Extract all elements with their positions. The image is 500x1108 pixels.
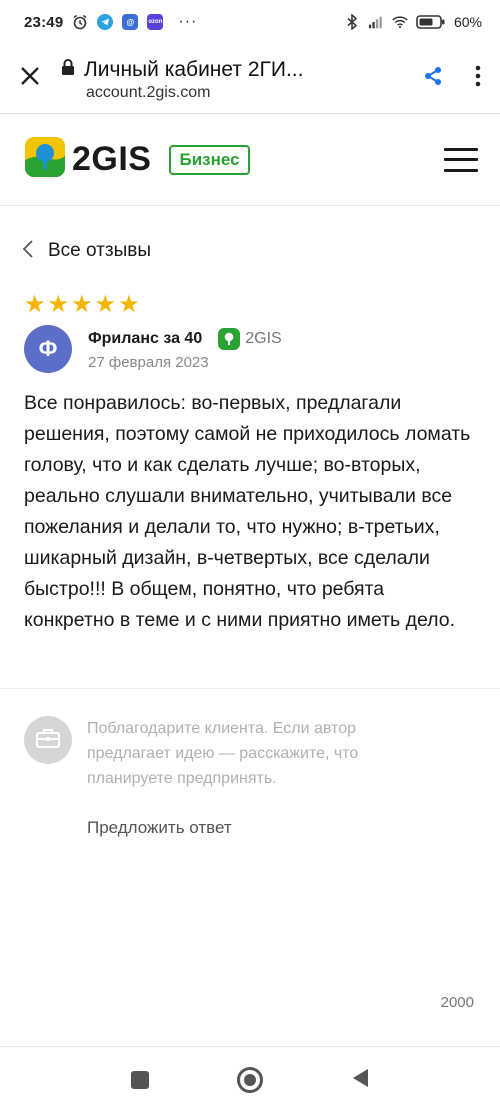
close-tab-button[interactable] [0, 44, 60, 114]
rating-stars: ★ ★ ★ ★ ★ [24, 292, 140, 318]
review-author: Ф Фриланс за 40 2GIS 27 февраля 2023 [24, 325, 282, 373]
share-button[interactable] [410, 44, 456, 114]
telegram-icon [97, 14, 114, 30]
battery-icon [416, 14, 446, 30]
review-source-name: 2GIS [245, 330, 282, 347]
business-badge: Бизнес [169, 144, 250, 175]
review-date: 27 февраля 2023 [88, 354, 209, 371]
more-vertical-icon [475, 65, 481, 92]
chevron-left-icon [22, 239, 34, 264]
briefcase-icon [35, 727, 61, 754]
reply-avatar [24, 716, 72, 764]
brand-name: 2GIS [72, 140, 152, 178]
status-bar: 23:49 @ ozon ··· 60% [0, 0, 500, 44]
star-icon: ★ [118, 291, 140, 318]
review-text: Все понравилось: во-первых, предлагали р… [24, 392, 471, 631]
back-link-label: Все отзывы [48, 240, 151, 261]
lock-icon [60, 58, 76, 81]
review-source: 2GIS [218, 328, 282, 350]
ozon-icon: ozon [147, 14, 164, 30]
mail-at-icon: @ [122, 14, 139, 30]
2gis-logo-icon [24, 136, 66, 183]
home-button[interactable] [237, 1067, 263, 1093]
star-icon: ★ [94, 291, 117, 318]
divider [0, 688, 500, 689]
character-limit: 2000 [440, 994, 474, 1011]
browser-menu-button[interactable] [456, 44, 500, 114]
star-icon: ★ [24, 291, 46, 318]
recent-apps-button[interactable] [131, 1071, 149, 1089]
battery-level: 60% [453, 14, 482, 30]
back-button[interactable] [351, 1068, 369, 1093]
hamburger-menu-button[interactable] [444, 147, 478, 172]
page-title: Личный кабинет 2ГИ... [84, 57, 304, 81]
divider [0, 1046, 500, 1047]
signal-icon [368, 14, 384, 30]
address-bar[interactable]: Личный кабинет 2ГИ... account.2gis.com [60, 56, 410, 102]
page-url: account.2gis.com [86, 83, 211, 101]
share-icon [423, 66, 443, 91]
bluetooth-icon [344, 14, 360, 30]
star-icon: ★ [71, 291, 93, 318]
browser-toolbar: Личный кабинет 2ГИ... account.2gis.com [0, 44, 500, 114]
star-icon: ★ [47, 291, 70, 318]
avatar: Ф [24, 325, 72, 373]
reply-hint: Поблагодарите клиента. Если автор предла… [87, 720, 359, 787]
more-notifications-icon: ··· [178, 13, 198, 30]
author-name: Фриланс за 40 [88, 330, 203, 347]
2gis-source-icon [218, 328, 241, 350]
wifi-icon [392, 14, 408, 30]
status-time: 23:49 [24, 13, 64, 31]
system-nav-bar [0, 1052, 500, 1108]
close-icon [20, 66, 40, 91]
back-link[interactable]: Все отзывы [22, 235, 151, 267]
alarm-icon [72, 14, 88, 30]
suggest-reply-button[interactable]: Предложить ответ [87, 818, 232, 838]
site-header: 2GIS Бизнес [0, 114, 500, 206]
brand-logo[interactable]: 2GIS [24, 136, 151, 183]
